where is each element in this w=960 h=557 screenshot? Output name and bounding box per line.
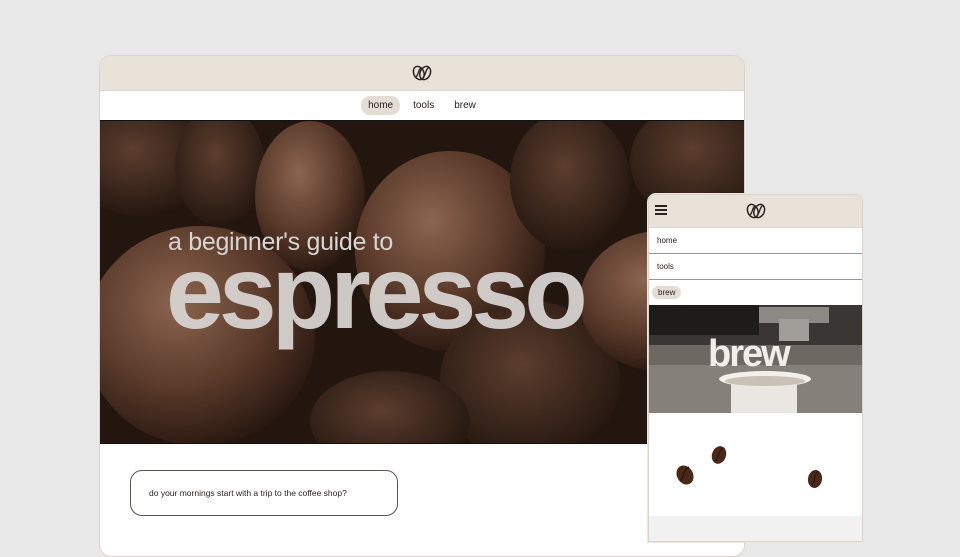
mobile-window: home tools brew brew: [648, 194, 863, 542]
nav-brew[interactable]: brew: [447, 96, 483, 115]
floating-beans-area: [649, 413, 862, 516]
coffee-bean-1: [676, 465, 694, 485]
mobile-hero: brew: [649, 305, 862, 413]
coffee-bean-logo-icon[interactable]: [745, 200, 767, 222]
coffee-bean-logo-icon[interactable]: [411, 62, 433, 84]
coffee-bean-3: [807, 470, 823, 488]
floating-coffee-beans: [676, 446, 823, 488]
mobile-menu-tools[interactable]: tools: [649, 254, 862, 280]
mobile-hero-title: brew: [708, 333, 791, 375]
mobile-menu-home[interactable]: home: [649, 228, 862, 254]
nav-home[interactable]: home: [361, 96, 401, 115]
mobile-header: [649, 195, 862, 228]
hamburger-menu-icon[interactable]: [655, 205, 667, 215]
desktop-nav: home tools brew: [100, 91, 744, 121]
hero-title: espresso: [166, 235, 588, 351]
mobile-menu-brew-row: brew: [649, 280, 862, 305]
desktop-header: [100, 56, 744, 91]
intro-question-card: do your mornings start with a trip to th…: [130, 470, 398, 516]
coffee-bean-2: [711, 446, 727, 464]
nav-tools[interactable]: tools: [406, 96, 441, 115]
mobile-menu-brew[interactable]: brew: [652, 286, 682, 299]
